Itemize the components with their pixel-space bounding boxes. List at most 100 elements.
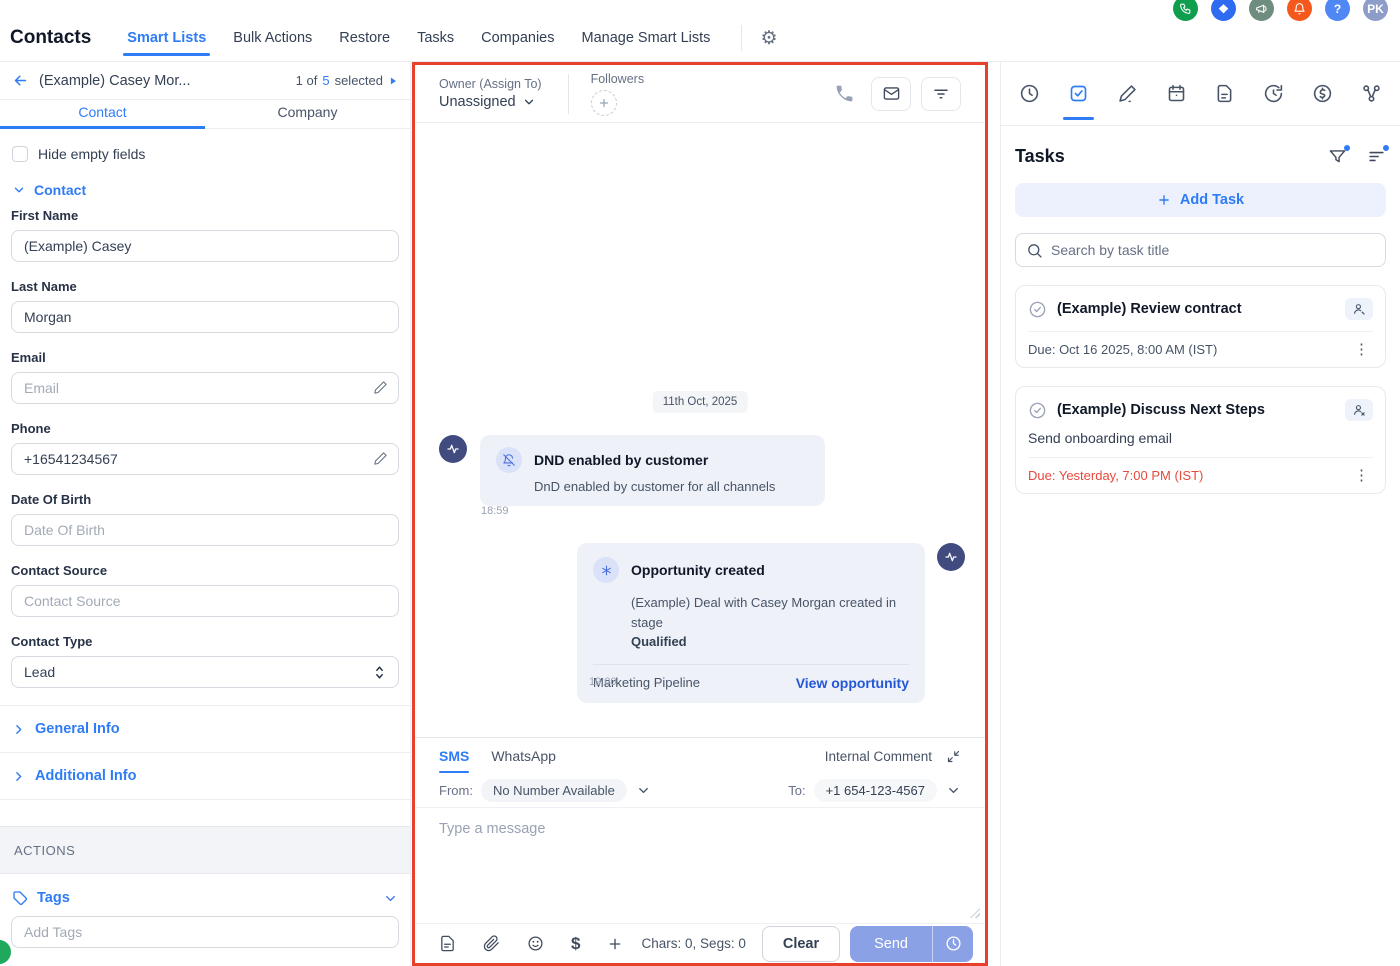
- field-label: Phone: [11, 421, 399, 436]
- call-icon[interactable]: [834, 83, 855, 104]
- task-card[interactable]: (Example) Discuss Next Steps Send onboar…: [1015, 386, 1386, 494]
- add-tags-input[interactable]: [11, 916, 399, 948]
- filter-tasks-icon[interactable]: [1328, 147, 1347, 166]
- sort-tasks-icon[interactable]: [1367, 147, 1386, 166]
- clear-button[interactable]: Clear: [762, 926, 840, 962]
- dnd-bell-icon: [496, 447, 522, 473]
- tab-payments-icon[interactable]: [1310, 77, 1335, 110]
- tab-history-icon[interactable]: [1261, 77, 1286, 110]
- more-plus-icon[interactable]: [607, 936, 623, 952]
- tab-notes-icon[interactable]: [1115, 77, 1140, 110]
- tasks-header: Tasks: [1001, 126, 1400, 181]
- help-circle-icon[interactable]: ?: [1325, 0, 1350, 21]
- email-button[interactable]: [871, 77, 911, 111]
- tab-tasks-icon[interactable]: [1066, 77, 1091, 110]
- tab-companies[interactable]: Companies: [481, 30, 554, 46]
- pager-count[interactable]: 5: [322, 73, 329, 88]
- internal-comment-toggle[interactable]: Internal Comment: [825, 749, 932, 764]
- owner-value: Unassigned: [439, 94, 516, 110]
- tags-input-wrap: [11, 916, 399, 948]
- settings-gear-icon[interactable]: ⚙: [760, 29, 777, 48]
- contact-section-toggle[interactable]: Contact: [12, 182, 398, 198]
- edit-pencil-icon[interactable]: [373, 451, 388, 466]
- tags-label: Tags: [37, 890, 70, 906]
- hide-empty-checkbox[interactable]: [12, 146, 28, 162]
- announcements-circle-icon[interactable]: [1249, 0, 1274, 21]
- date-divider: 11th Oct, 2025: [653, 391, 748, 413]
- templates-icon[interactable]: [439, 935, 456, 952]
- add-task-label: Add Task: [1180, 192, 1244, 208]
- phone-input[interactable]: [11, 443, 399, 475]
- complete-task-icon[interactable]: [1028, 401, 1047, 420]
- task-menu-icon[interactable]: ⋮: [1350, 466, 1373, 484]
- task-menu-icon[interactable]: ⋮: [1350, 340, 1373, 358]
- opportunity-event-card: Opportunity created (Example) Deal with …: [577, 543, 925, 703]
- chevron-down-icon: [946, 783, 961, 798]
- task-card[interactable]: (Example) Review contract Due: Oct 16 20…: [1015, 285, 1386, 368]
- profile-avatar[interactable]: PK: [1363, 0, 1388, 21]
- add-task-button[interactable]: Add Task: [1015, 183, 1386, 217]
- first-name-input[interactable]: [11, 230, 399, 262]
- phone-circle-icon[interactable]: [1173, 0, 1198, 21]
- view-opportunity-link[interactable]: View opportunity: [796, 675, 909, 691]
- add-follower-button[interactable]: [591, 90, 617, 116]
- from-label: From:: [439, 783, 473, 798]
- attachment-icon[interactable]: [483, 935, 500, 952]
- activity-avatar: [937, 543, 965, 571]
- tab-company[interactable]: Company: [205, 100, 410, 128]
- payment-request-icon[interactable]: $: [571, 934, 580, 954]
- divider: [1028, 331, 1373, 332]
- collapse-icon: [946, 749, 961, 764]
- message-textarea[interactable]: [415, 808, 985, 923]
- opportunity-asterisk-icon: [593, 557, 619, 583]
- tab-associations-icon[interactable]: [1359, 77, 1384, 110]
- complete-task-icon[interactable]: [1028, 300, 1047, 319]
- emoji-icon[interactable]: [527, 935, 544, 952]
- dnd-event-row: DND enabled by customer DnD enabled by c…: [439, 435, 825, 506]
- task-search-input[interactable]: [1051, 242, 1375, 258]
- edit-pencil-icon[interactable]: [373, 380, 388, 395]
- email-input[interactable]: [11, 372, 399, 404]
- tab-appointments-icon[interactable]: [1164, 77, 1189, 110]
- task-title: (Example) Review contract: [1057, 301, 1242, 317]
- from-number-select[interactable]: No Number Available: [481, 779, 627, 802]
- additional-info-toggle[interactable]: Additional Info: [0, 753, 410, 800]
- tab-whatsapp[interactable]: WhatsApp: [491, 748, 556, 764]
- tab-manage-smart-lists[interactable]: Manage Smart Lists: [581, 30, 710, 46]
- back-arrow-icon[interactable]: [12, 72, 29, 89]
- tab-sms[interactable]: SMS: [439, 748, 469, 764]
- field-first-name: First Name: [11, 208, 399, 262]
- message-history[interactable]: 11th Oct, 2025 DND enabled by customer D…: [415, 123, 985, 737]
- tab-restore[interactable]: Restore: [339, 30, 390, 46]
- divider: [1028, 457, 1373, 458]
- tab-smart-lists[interactable]: Smart Lists: [127, 30, 206, 46]
- contact-type-select[interactable]: Lead: [11, 656, 399, 688]
- next-record-icon[interactable]: [388, 76, 398, 86]
- contact-fields: First Name Last Name Email Phone: [0, 198, 410, 688]
- task-due-date-overdue: Due: Yesterday, 7:00 PM (IST): [1028, 468, 1203, 483]
- tab-bulk-actions[interactable]: Bulk Actions: [233, 30, 312, 46]
- tab-contact[interactable]: Contact: [0, 100, 205, 128]
- to-number-select[interactable]: +1 654-123-4567: [814, 779, 937, 802]
- tags-header[interactable]: Tags: [12, 890, 398, 906]
- date-of-birth-input[interactable]: [11, 514, 399, 546]
- actions-section-header: ACTIONS: [0, 826, 410, 874]
- tab-documents-icon[interactable]: [1212, 77, 1237, 110]
- schedule-send-button[interactable]: [933, 926, 973, 962]
- owner-select[interactable]: Unassigned: [439, 94, 542, 110]
- chat-widget-button[interactable]: [0, 940, 11, 964]
- tab-tasks[interactable]: Tasks: [417, 30, 454, 46]
- send-split-button[interactable]: Send: [850, 926, 973, 962]
- tab-activity-icon[interactable]: [1017, 77, 1042, 110]
- message-timestamp: 19:00: [589, 676, 617, 688]
- general-info-toggle[interactable]: General Info: [0, 706, 410, 753]
- opportunity-event-row: Opportunity created (Example) Deal with …: [577, 543, 965, 703]
- assignee-remove-icon[interactable]: [1345, 399, 1373, 421]
- apps-circle-icon[interactable]: ❖: [1211, 0, 1236, 21]
- assignee-icon[interactable]: [1345, 298, 1373, 320]
- contact-source-input[interactable]: [11, 585, 399, 617]
- filter-messages-button[interactable]: [921, 77, 961, 111]
- notifications-bell-icon[interactable]: [1287, 0, 1312, 21]
- last-name-input[interactable]: [11, 301, 399, 333]
- send-button[interactable]: Send: [850, 926, 932, 962]
